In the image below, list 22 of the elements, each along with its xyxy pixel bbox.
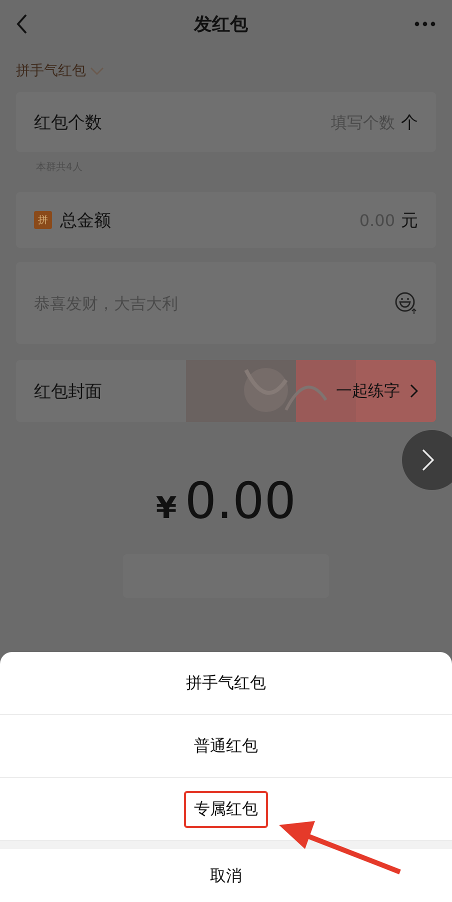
emoji-icon[interactable] [394,291,418,315]
cover-card[interactable]: 红包封面 一起练字 [16,360,436,422]
next-button[interactable] [402,430,452,490]
lucky-badge: 拼 [34,211,52,229]
cover-label: 红包封面 [34,380,102,402]
unit-label: 个 [401,112,418,134]
chevron-right-icon [410,384,418,398]
sheet-option[interactable]: 普通红包 [184,728,268,764]
amount-label: 总金额 [60,210,111,232]
page-title: 发红包 [194,13,248,36]
sheet-option[interactable]: 专属红包 [184,790,268,828]
count-label: 红包个数 [34,112,102,134]
currency-symbol: ¥ [156,491,177,526]
chevron-right-icon [422,449,434,471]
cover-value: 一起练字 [336,380,400,402]
more-icon[interactable] [414,21,436,27]
unit-label: 元 [401,210,418,232]
sheet-option[interactable]: 拼手气红包 [176,664,276,702]
total-amount: 0.00 [184,472,296,530]
chevron-down-icon [90,67,104,75]
back-icon[interactable] [16,13,28,35]
cancel-button[interactable]: 取消 [0,849,452,902]
